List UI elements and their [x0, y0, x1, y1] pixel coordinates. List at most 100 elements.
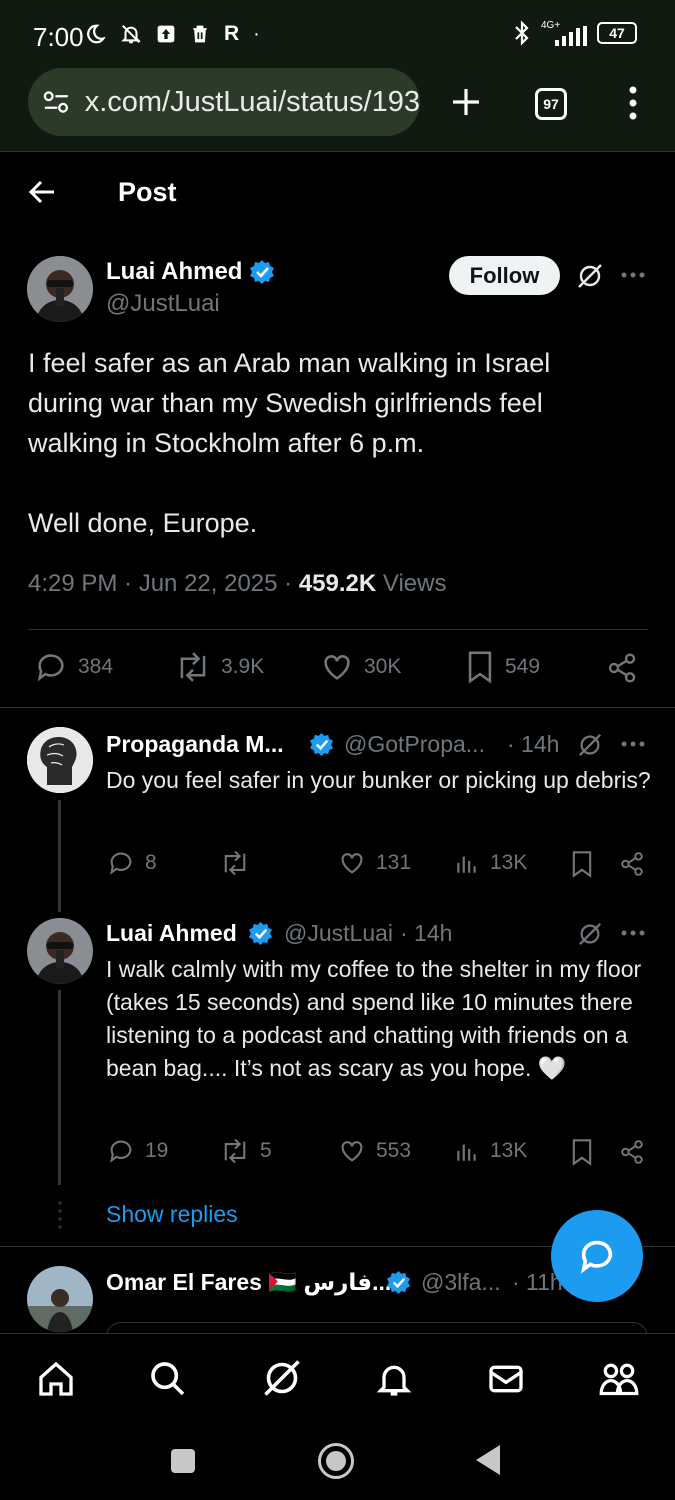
repost-button[interactable]: 5 [220, 1137, 272, 1165]
reply-button[interactable]: 19 [107, 1137, 168, 1165]
more-options-icon[interactable] [621, 740, 645, 748]
reply-count: 19 [145, 1139, 169, 1162]
grok-icon[interactable] [577, 732, 603, 758]
reply-text: I walk calmly with my coffee to the shel… [106, 956, 642, 1081]
repost-icon [224, 850, 246, 876]
communities-icon[interactable] [598, 1359, 640, 1399]
dot-icon: · [253, 22, 260, 45]
divider [0, 707, 675, 708]
reply-button[interactable]: 384 [34, 650, 113, 684]
show-replies-link[interactable]: Show replies [106, 1201, 238, 1228]
reply-avatar[interactable] [27, 1266, 93, 1332]
share-icon[interactable] [619, 851, 645, 877]
views-button[interactable]: 13K [454, 1137, 527, 1165]
author-avatar[interactable] [27, 256, 93, 322]
bookmark-button[interactable]: 549 [465, 650, 540, 684]
grok-icon[interactable] [576, 262, 604, 290]
like-count: 131 [376, 851, 412, 874]
verified-badge-icon [250, 260, 274, 284]
post-text-line: walking in Stockholm after 6 p.m. [28, 428, 425, 458]
views-count: 13K [490, 1139, 528, 1162]
repost-button[interactable]: 3.9K [175, 650, 264, 684]
share-icon[interactable] [619, 1139, 645, 1165]
reply-author-handle[interactable]: @3lfa... [421, 1269, 501, 1296]
like-button[interactable]: 131 [338, 849, 411, 877]
heart-icon [324, 655, 350, 680]
back-arrow-icon[interactable] [28, 178, 56, 206]
recents-button[interactable] [171, 1449, 195, 1473]
like-count: 553 [376, 1139, 412, 1162]
more-vertical-icon[interactable] [628, 86, 638, 120]
bottom-nav [0, 1333, 675, 1423]
thread-dots-icon [58, 1201, 62, 1229]
notifications-icon[interactable] [374, 1359, 414, 1399]
bluetooth-icon [515, 20, 529, 46]
reply-time[interactable]: · 14h [400, 920, 452, 947]
author-name[interactable]: Luai Ahmed [106, 258, 242, 286]
post-meta: 4:29 PM · Jun 22, 2025 · 459.2K Views [28, 570, 446, 598]
home-system-button[interactable] [318, 1443, 354, 1479]
analytics-icon [457, 1144, 476, 1161]
views-count: 13K [490, 851, 528, 874]
home-icon[interactable] [36, 1359, 76, 1399]
heart-icon [341, 1141, 363, 1162]
reply-author-handle[interactable]: @GotPropa... [344, 731, 485, 758]
like-count: 30K [364, 655, 402, 678]
reply-avatar[interactable] [27, 727, 93, 793]
bookmark-count: 549 [505, 655, 541, 678]
divider [28, 629, 648, 630]
post-text-line: during war than my Swedish girlfriends f… [28, 388, 543, 418]
bookmark-icon[interactable] [570, 850, 594, 878]
repost-count: 3.9K [221, 655, 265, 678]
back-system-button[interactable] [476, 1445, 500, 1475]
reply-count: 8 [145, 851, 157, 874]
url-text: x.com/JustLuai/status/193 [84, 85, 420, 118]
follow-button[interactable]: Follow [449, 256, 560, 295]
bell-off-icon [121, 25, 141, 44]
post-text: I feel safer as an Arab man walking in I… [28, 343, 648, 543]
tab-switcher-button[interactable]: 97 [535, 88, 567, 120]
more-options-icon[interactable] [621, 929, 645, 937]
bookmark-icon[interactable] [570, 1138, 594, 1166]
views-label: Views [376, 570, 447, 597]
search-icon[interactable] [148, 1359, 188, 1399]
post-timestamp[interactable]: 4:29 PM · Jun 22, 2025 · [28, 570, 299, 597]
new-tab-icon[interactable] [450, 86, 482, 118]
bookmark-icon [468, 651, 492, 684]
url-bar[interactable]: x.com/JustLuai/status/193 [28, 68, 420, 136]
reply-button[interactable]: 8 [107, 849, 157, 877]
grok-icon[interactable] [261, 1357, 303, 1399]
reply-author-name[interactable]: Propaganda M... [106, 731, 284, 758]
reply-avatar[interactable] [27, 918, 93, 984]
battery-icon: 47 [597, 22, 637, 44]
reply-time[interactable]: · 14h [507, 731, 559, 758]
r-icon: R [224, 22, 240, 45]
reply-text: Do you feel safer in your bunker or pick… [106, 767, 651, 793]
grok-icon[interactable] [577, 921, 603, 947]
share-icon[interactable] [606, 652, 638, 684]
reply-icon [110, 852, 132, 875]
like-button[interactable]: 30K [320, 650, 401, 684]
reply-bubble-icon [580, 1240, 613, 1274]
compose-reply-button[interactable] [551, 1210, 643, 1302]
reply-icon [37, 654, 64, 682]
battery-level: 47 [609, 25, 625, 41]
views-button[interactable]: 13K [454, 849, 527, 877]
more-options-icon[interactable] [621, 271, 645, 279]
thread-line [58, 800, 61, 912]
author-handle[interactable]: @JustLuai [106, 290, 220, 318]
repost-icon [224, 1138, 246, 1164]
reply-author-name[interactable]: Luai Ahmed [106, 920, 237, 947]
messages-icon[interactable] [486, 1359, 526, 1399]
like-button[interactable]: 553 [338, 1137, 411, 1165]
site-settings-icon[interactable] [42, 87, 71, 117]
tab-count: 97 [543, 96, 559, 112]
repost-button[interactable] [220, 849, 260, 877]
thread-line [58, 990, 61, 1185]
post-text-line: I feel safer as an Arab man walking in I… [28, 348, 551, 378]
status-right: 4G+ 47 [513, 20, 637, 46]
reply-author-name[interactable]: Omar El Fares 🇵🇸 فارس... [106, 1269, 391, 1296]
reply-icon [110, 1140, 132, 1163]
reply-author-handle[interactable]: @JustLuai [284, 920, 393, 947]
verified-badge-icon [309, 732, 334, 757]
